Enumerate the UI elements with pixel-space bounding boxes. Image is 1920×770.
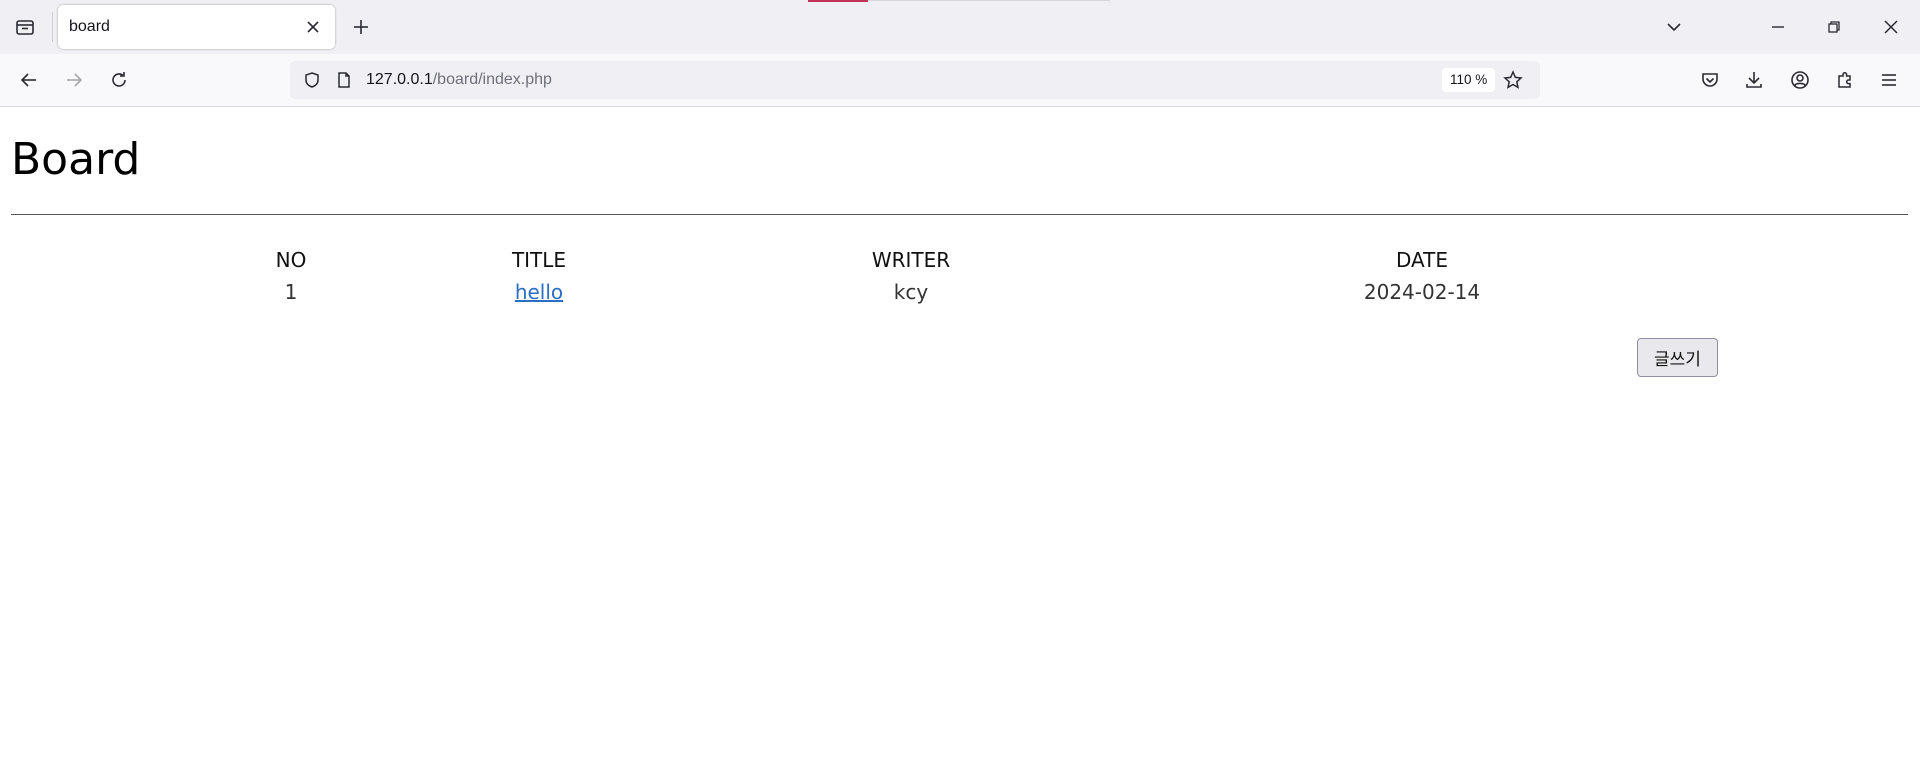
header-writer: WRITER — [871, 248, 951, 272]
extensions-puzzle-icon[interactable] — [1827, 62, 1863, 98]
account-icon[interactable] — [1782, 62, 1818, 98]
horizontal-rule — [11, 214, 1908, 215]
bookmark-star-icon[interactable] — [1495, 62, 1531, 98]
cell-no: 1 — [284, 280, 298, 304]
cell-writer: kcy — [893, 280, 929, 304]
header-title: TITLE — [511, 248, 567, 272]
table-header-row: NO TITLE WRITER DATE — [190, 244, 1708, 276]
close-window-icon[interactable] — [1873, 9, 1909, 45]
tab-strip-divider — [868, 0, 1110, 1]
tab-strip-separator — [52, 12, 53, 42]
page-title: Board — [11, 134, 141, 185]
board-table: NO TITLE WRITER DATE 1 hello kcy 2024-02… — [190, 244, 1708, 308]
page-icon[interactable] — [326, 62, 362, 98]
tab-board[interactable]: board — [58, 5, 335, 49]
tab-list-icon[interactable] — [7, 9, 43, 45]
minimize-icon[interactable] — [1760, 9, 1796, 45]
post-title-link[interactable]: hello — [515, 280, 563, 304]
header-date: DATE — [1395, 248, 1449, 272]
navigation-bar: 127.0.0.1/board/index.php 110 % — [0, 54, 1920, 107]
restore-icon[interactable] — [1816, 9, 1852, 45]
menu-hamburger-icon[interactable] — [1871, 62, 1907, 98]
url-bar[interactable]: 127.0.0.1/board/index.php 110 % — [290, 61, 1540, 99]
download-icon[interactable] — [1736, 62, 1772, 98]
shield-icon[interactable] — [294, 62, 330, 98]
tab-title: board — [69, 18, 110, 35]
url-host: 127.0.0.1 — [366, 71, 433, 88]
cell-title: hello — [392, 276, 686, 308]
forward-arrow-icon[interactable] — [56, 62, 92, 98]
reload-icon[interactable] — [101, 62, 137, 98]
new-tab-plus-icon[interactable] — [343, 9, 379, 45]
close-icon[interactable] — [299, 13, 327, 41]
url-text[interactable]: 127.0.0.1/board/index.php — [366, 71, 552, 89]
page-content: Board NO TITLE WRITER DATE 1 hello kcy 2… — [0, 107, 1920, 770]
back-arrow-icon[interactable] — [11, 62, 47, 98]
zoom-level-button[interactable]: 110 % — [1442, 68, 1496, 92]
pocket-icon[interactable] — [1692, 62, 1728, 98]
tab-strip: board — [0, 0, 1920, 54]
header-no: NO — [275, 248, 307, 272]
list-all-tabs-chevron-down-icon[interactable] — [1656, 9, 1692, 45]
cell-date: 2024-02-14 — [1363, 280, 1481, 304]
tab-accent-indicator — [808, 0, 868, 2]
write-post-button[interactable]: 글쓰기 — [1637, 338, 1718, 377]
table-row: 1 hello kcy 2024-02-14 — [190, 276, 1708, 308]
url-path: /board/index.php — [432, 71, 552, 88]
